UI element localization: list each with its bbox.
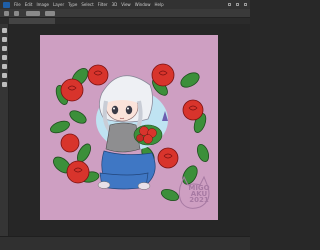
menu-item-filter[interactable]: Filter (98, 0, 108, 9)
menu-item-help[interactable]: Help (154, 0, 163, 9)
tool-preset-icon[interactable] (14, 11, 19, 16)
brush-tool-icon[interactable] (2, 55, 7, 60)
tools-panel (0, 24, 9, 236)
maximize-icon[interactable] (236, 3, 239, 6)
menu-bar: File Edit Image Layer Type Select Filter… (0, 0, 250, 9)
document-canvas[interactable]: MIGO AKU 2021 (40, 35, 218, 220)
menu-item-view[interactable]: View (121, 0, 131, 9)
option-dropdown[interactable] (26, 11, 40, 16)
menu-item-file[interactable]: File (14, 0, 21, 9)
text-tool-icon[interactable] (2, 73, 7, 78)
window-controls (228, 0, 247, 9)
app-logo-icon[interactable] (3, 1, 10, 8)
menu-item-layer[interactable]: Layer (53, 0, 64, 9)
home-icon[interactable] (4, 11, 9, 16)
menu-item-select[interactable]: Select (81, 0, 93, 9)
artist-signature: MIGO AKU 2021 (188, 184, 210, 204)
menu-item-window[interactable]: Window (135, 0, 151, 9)
move-tool-icon[interactable] (2, 28, 7, 33)
marquee-tool-icon[interactable] (2, 37, 7, 42)
option-toggle[interactable] (45, 11, 55, 16)
close-icon[interactable] (244, 3, 247, 6)
menu-item-edit[interactable]: Edit (25, 0, 33, 9)
status-bar (0, 236, 250, 250)
minimize-icon[interactable] (228, 3, 231, 6)
menu-item-type[interactable]: Type (68, 0, 77, 9)
menu-item-image[interactable]: Image (36, 0, 49, 9)
options-bar (0, 9, 250, 18)
zoom-tool-icon[interactable] (2, 82, 7, 87)
menu-item-3d[interactable]: 3D (112, 0, 118, 9)
eraser-tool-icon[interactable] (2, 64, 7, 69)
lasso-tool-icon[interactable] (2, 46, 7, 51)
